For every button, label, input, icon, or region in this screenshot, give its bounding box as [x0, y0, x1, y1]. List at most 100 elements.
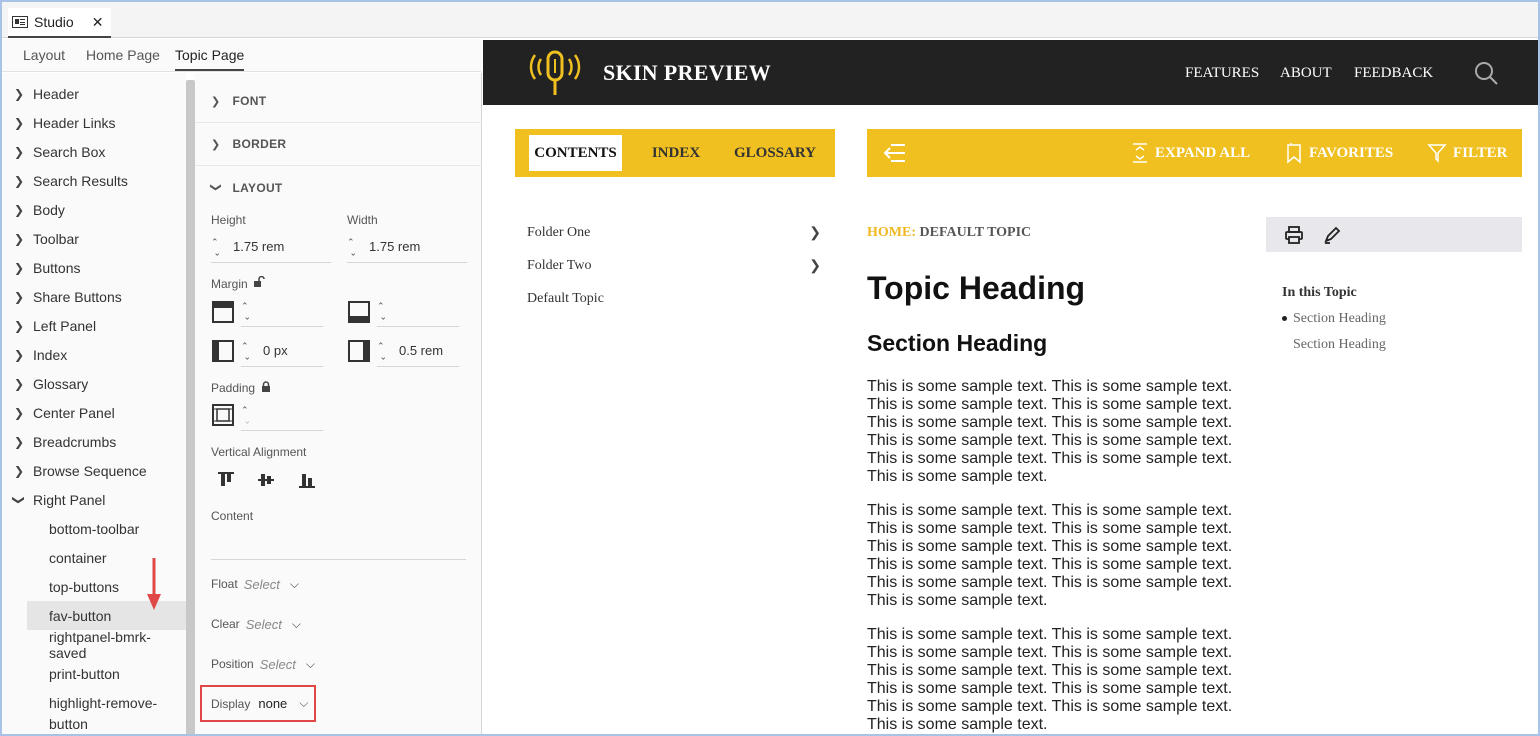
tree-item-header-links[interactable]: ❯ Header Links: [2, 108, 186, 137]
section-border[interactable]: ❯ BORDER: [195, 123, 482, 166]
padding-field[interactable]: ⌃ ⌃: [241, 399, 323, 431]
sample-paragraph: This is some sample text. This is some s…: [867, 626, 1233, 733]
margin-right-icon: [348, 340, 370, 362]
nav-features[interactable]: FEATURES: [1185, 65, 1259, 82]
padding-label: Padding: [211, 381, 256, 395]
filter-button[interactable]: FILTER: [1427, 129, 1507, 177]
height-field[interactable]: ⌃ ⌃ 1.75 rem: [211, 231, 331, 263]
display-select[interactable]: Display none ⌵: [200, 685, 316, 722]
tree-item-bottom-toolbar[interactable]: bottom-toolbar: [2, 514, 186, 543]
tree-scrollbar[interactable]: [186, 80, 195, 734]
chevron-down-icon: ⌵: [291, 616, 301, 631]
position-select[interactable]: Position Select ⌵: [211, 652, 315, 676]
unlock-icon[interactable]: [253, 276, 265, 288]
breadcrumb-home[interactable]: HOME:: [867, 225, 916, 240]
tab-glossary[interactable]: GLOSSARY: [727, 135, 823, 171]
breadcrumb-current: DEFAULT TOPIC: [919, 225, 1032, 240]
float-select[interactable]: Float Select ⌵: [211, 572, 299, 596]
tree-item-fav-button[interactable]: fav-button: [27, 601, 186, 630]
right-panel-toolbar: [1266, 217, 1522, 252]
tab-home-page[interactable]: Home Page: [86, 39, 160, 71]
tree-item-buttons[interactable]: ❯ Buttons: [2, 253, 186, 282]
clear-select[interactable]: Clear Select ⌵: [211, 612, 301, 636]
stepper-icon[interactable]: ⌃ ⌃: [241, 405, 251, 425]
tree-item-label: Buttons: [33, 259, 81, 276]
component-tree: ❯ Header ❯ Header Links ❯ Search Box ❯ Searc…: [2, 73, 186, 734]
tree-item-body[interactable]: ❯ Body: [2, 195, 186, 224]
tree-item-glossary[interactable]: ❯ Glossary: [2, 369, 186, 398]
tree-item-print-button[interactable]: print-button: [2, 659, 186, 688]
toc-topic-label: Default Topic: [527, 291, 604, 306]
clear-value: Select: [245, 616, 282, 632]
favorites-button[interactable]: FAVORITES: [1285, 129, 1393, 177]
tree-item-header[interactable]: ❯ Header: [2, 79, 186, 108]
tree-item-label: Center Panel: [33, 404, 115, 421]
stepper-icon[interactable]: ⌃ ⌃: [377, 341, 387, 361]
chevron-right-icon: ❯: [211, 95, 221, 108]
margin-top-field[interactable]: ⌃ ⌃: [241, 295, 323, 327]
tree-item-label: Index: [33, 346, 68, 363]
tree-item-right-panel[interactable]: ❯ Right Panel: [2, 485, 186, 514]
tab-index[interactable]: INDEX: [643, 135, 709, 171]
tree-item-rightpanel-bmrk-saved[interactable]: rightpanel-bmrk-saved: [2, 629, 186, 661]
toc-section-link[interactable]: Section Heading: [1293, 311, 1386, 327]
tree-item-left-panel[interactable]: ❯ Left Panel: [2, 311, 186, 340]
stepper-icon[interactable]: ⌃ ⌃: [241, 341, 251, 361]
nav-feedback[interactable]: FEEDBACK: [1354, 65, 1433, 82]
margin-right-field[interactable]: ⌃ ⌃ 0.5 rem: [377, 335, 459, 367]
nav-about[interactable]: ABOUT: [1280, 65, 1332, 82]
section-layout[interactable]: ❯ LAYOUT: [195, 166, 482, 209]
tree-item-label: Glossary: [33, 375, 89, 392]
collapse-panel-icon[interactable]: [881, 141, 907, 165]
margin-left-field[interactable]: ⌃ ⌃ 0 px: [241, 335, 323, 367]
search-icon[interactable]: [1473, 60, 1499, 86]
tree-item-label: Breadcrumbs: [33, 433, 117, 450]
toc-folder-two[interactable]: Folder Two ❯: [527, 258, 827, 275]
chevron-right-icon: ❯: [14, 376, 25, 391]
margin-bottom-field[interactable]: ⌃ ⌃: [377, 295, 459, 327]
stepper-icon[interactable]: ⌃ ⌃: [241, 301, 251, 321]
preview-top-nav: SKIN PREVIEW FEATURES ABOUT FEEDBACK: [483, 40, 1538, 105]
align-top-icon[interactable]: [217, 471, 235, 489]
tree-item-label: Search Results: [33, 172, 128, 189]
tree-item-share-buttons[interactable]: ❯ Share Buttons: [2, 282, 186, 311]
stepper-icon[interactable]: ⌃ ⌃: [211, 237, 221, 257]
width-field[interactable]: ⌃ ⌃ 1.75 rem: [347, 231, 467, 263]
close-icon[interactable]: ✕: [92, 14, 104, 31]
tree-item-breadcrumbs[interactable]: ❯ Breadcrumbs: [2, 427, 186, 456]
expand-all-button[interactable]: EXPAND ALL: [1131, 129, 1250, 177]
highlight-pen-icon[interactable]: [1322, 225, 1342, 245]
tree-item-browse-sequence[interactable]: ❯ Browse Sequence: [2, 456, 186, 485]
toc-section-link[interactable]: Section Heading: [1293, 337, 1386, 353]
toc-default-topic[interactable]: Default Topic: [527, 291, 827, 307]
tab-topic-page[interactable]: Topic Page: [175, 39, 245, 71]
align-middle-icon[interactable]: [257, 471, 275, 489]
margin-bottom-icon: [348, 301, 370, 323]
toc-folder-one[interactable]: Folder One ❯: [527, 225, 827, 242]
chevron-down-icon: ⌵: [305, 656, 315, 671]
tree-item-toolbar[interactable]: ❯ Toolbar: [2, 224, 186, 253]
tab-contents[interactable]: CONTENTS: [529, 135, 622, 171]
tree-item-label: Left Panel: [33, 317, 97, 334]
tree-item-center-panel[interactable]: ❯ Center Panel: [2, 398, 186, 427]
padding-icon: [212, 404, 234, 426]
tree-item-index[interactable]: ❯ Index: [2, 340, 186, 369]
chevron-right-icon: ❯: [809, 226, 821, 241]
lock-icon[interactable]: [260, 381, 272, 393]
studio-tab[interactable]: Studio ✕: [8, 8, 112, 38]
app-window: Studio ✕ Layout Home Page Topic Page ❯ He…: [0, 0, 1540, 736]
align-bottom-icon[interactable]: [298, 471, 316, 489]
tree-item-search-results[interactable]: ❯ Search Results: [2, 166, 186, 195]
stepper-icon[interactable]: ⌃ ⌃: [377, 301, 387, 321]
chevron-down-icon: ⌵: [299, 696, 309, 710]
chevron-right-icon: ❯: [211, 138, 221, 151]
expand-icon: [1133, 143, 1147, 163]
float-value: Select: [243, 576, 280, 592]
tree-item-highlight-remove-button-line2[interactable]: button: [2, 709, 186, 734]
stepper-icon[interactable]: ⌃ ⌃: [347, 237, 357, 257]
print-icon[interactable]: [1284, 225, 1304, 245]
tree-item-label: Header: [33, 85, 79, 102]
section-font[interactable]: ❯ FONT: [195, 80, 482, 123]
tree-item-search-box[interactable]: ❯ Search Box: [2, 137, 186, 166]
tab-layout[interactable]: Layout: [23, 39, 65, 71]
